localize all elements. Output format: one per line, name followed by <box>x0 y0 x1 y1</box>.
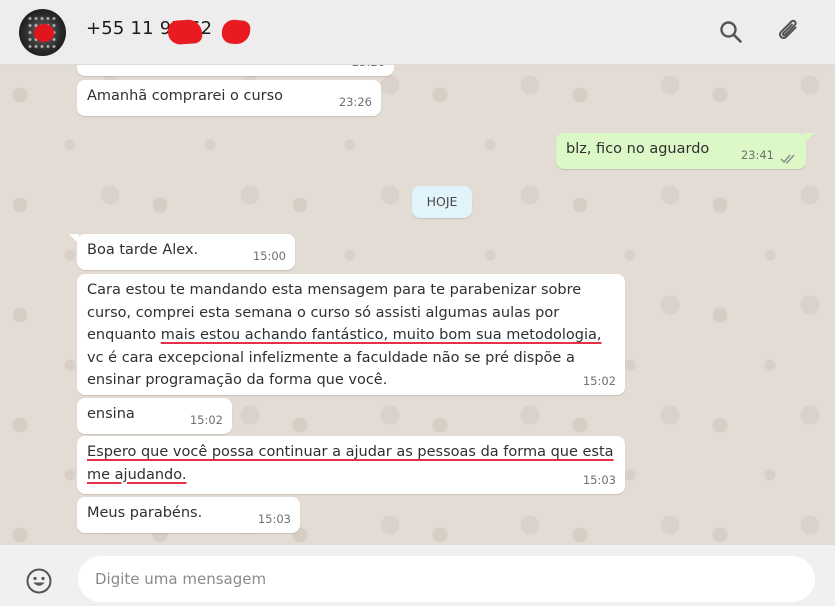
message-incoming: Espero que você possa continuar a ajudar… <box>77 436 625 494</box>
message-text: Amanhã comprarei o curso <box>87 88 284 104</box>
message-text: ensina <box>87 406 135 422</box>
message-incoming: ensina 15:02 <box>77 398 232 434</box>
message-time: 23:26 <box>338 94 372 109</box>
message-time: 15:00 <box>252 248 286 263</box>
avatar-redaction <box>34 24 54 42</box>
phone-redaction-2 <box>221 18 251 46</box>
message-incoming: 23:26 <box>77 65 394 76</box>
attach-clip-icon[interactable] <box>775 18 803 46</box>
message-line: me ajudando. <box>87 464 615 487</box>
message-incoming: Amanhã comprarei o curso 23:26 <box>77 80 381 116</box>
message-incoming: Meus parabéns. 15:03 <box>77 497 300 533</box>
message-line: Espero que você possa continuar a ajudar… <box>87 444 614 460</box>
message-time: 23:26 <box>352 65 385 73</box>
message-text: Meus parabéns. <box>87 505 203 521</box>
message-incoming: Cara estou te mandando esta mensagem par… <box>77 274 625 395</box>
message-line-start: enquanto <box>87 327 161 343</box>
message-incoming: Boa tarde Alex. 15:00 <box>69 234 295 270</box>
message-time: 15:03 <box>257 511 291 526</box>
message-list[interactable]: 23:26 Amanhã comprarei o curso 23:26 blz… <box>0 65 835 545</box>
search-icon[interactable] <box>717 18 745 46</box>
message-time: 15:03 <box>582 472 616 487</box>
message-line: Cara estou te mandando esta mensagem par… <box>87 282 582 298</box>
phone-redaction-1 <box>167 18 203 46</box>
message-underlined: me ajudando. <box>87 466 187 483</box>
message-line: enquanto mais estou achando fantástico, … <box>87 324 615 347</box>
message-time: 15:02 <box>582 373 616 388</box>
message-text: Boa tarde Alex. <box>87 242 199 258</box>
date-separator: HOJE <box>412 186 472 218</box>
message-underlined: mais estou achando fantástico, muito bom… <box>160 327 602 343</box>
message-line: ensinar programação da forma que você. <box>87 372 388 388</box>
chat-header: +55 11 97 62 <box>0 0 835 65</box>
message-outgoing: blz, fico no aguardo 23:41 <box>556 133 814 169</box>
read-ticks-icon <box>780 154 795 164</box>
message-time: 15:02 <box>189 412 223 427</box>
message-time: 23:41 <box>740 147 774 162</box>
message-line: vc é cara excepcional infelizmente a fac… <box>87 349 575 366</box>
message-line: curso, comprei esta semana o curso só as… <box>87 304 560 321</box>
emoji-icon[interactable] <box>25 567 53 595</box>
message-text: blz, fico no aguardo <box>566 141 710 157</box>
contact-avatar[interactable] <box>19 9 66 56</box>
message-input[interactable] <box>78 556 815 602</box>
